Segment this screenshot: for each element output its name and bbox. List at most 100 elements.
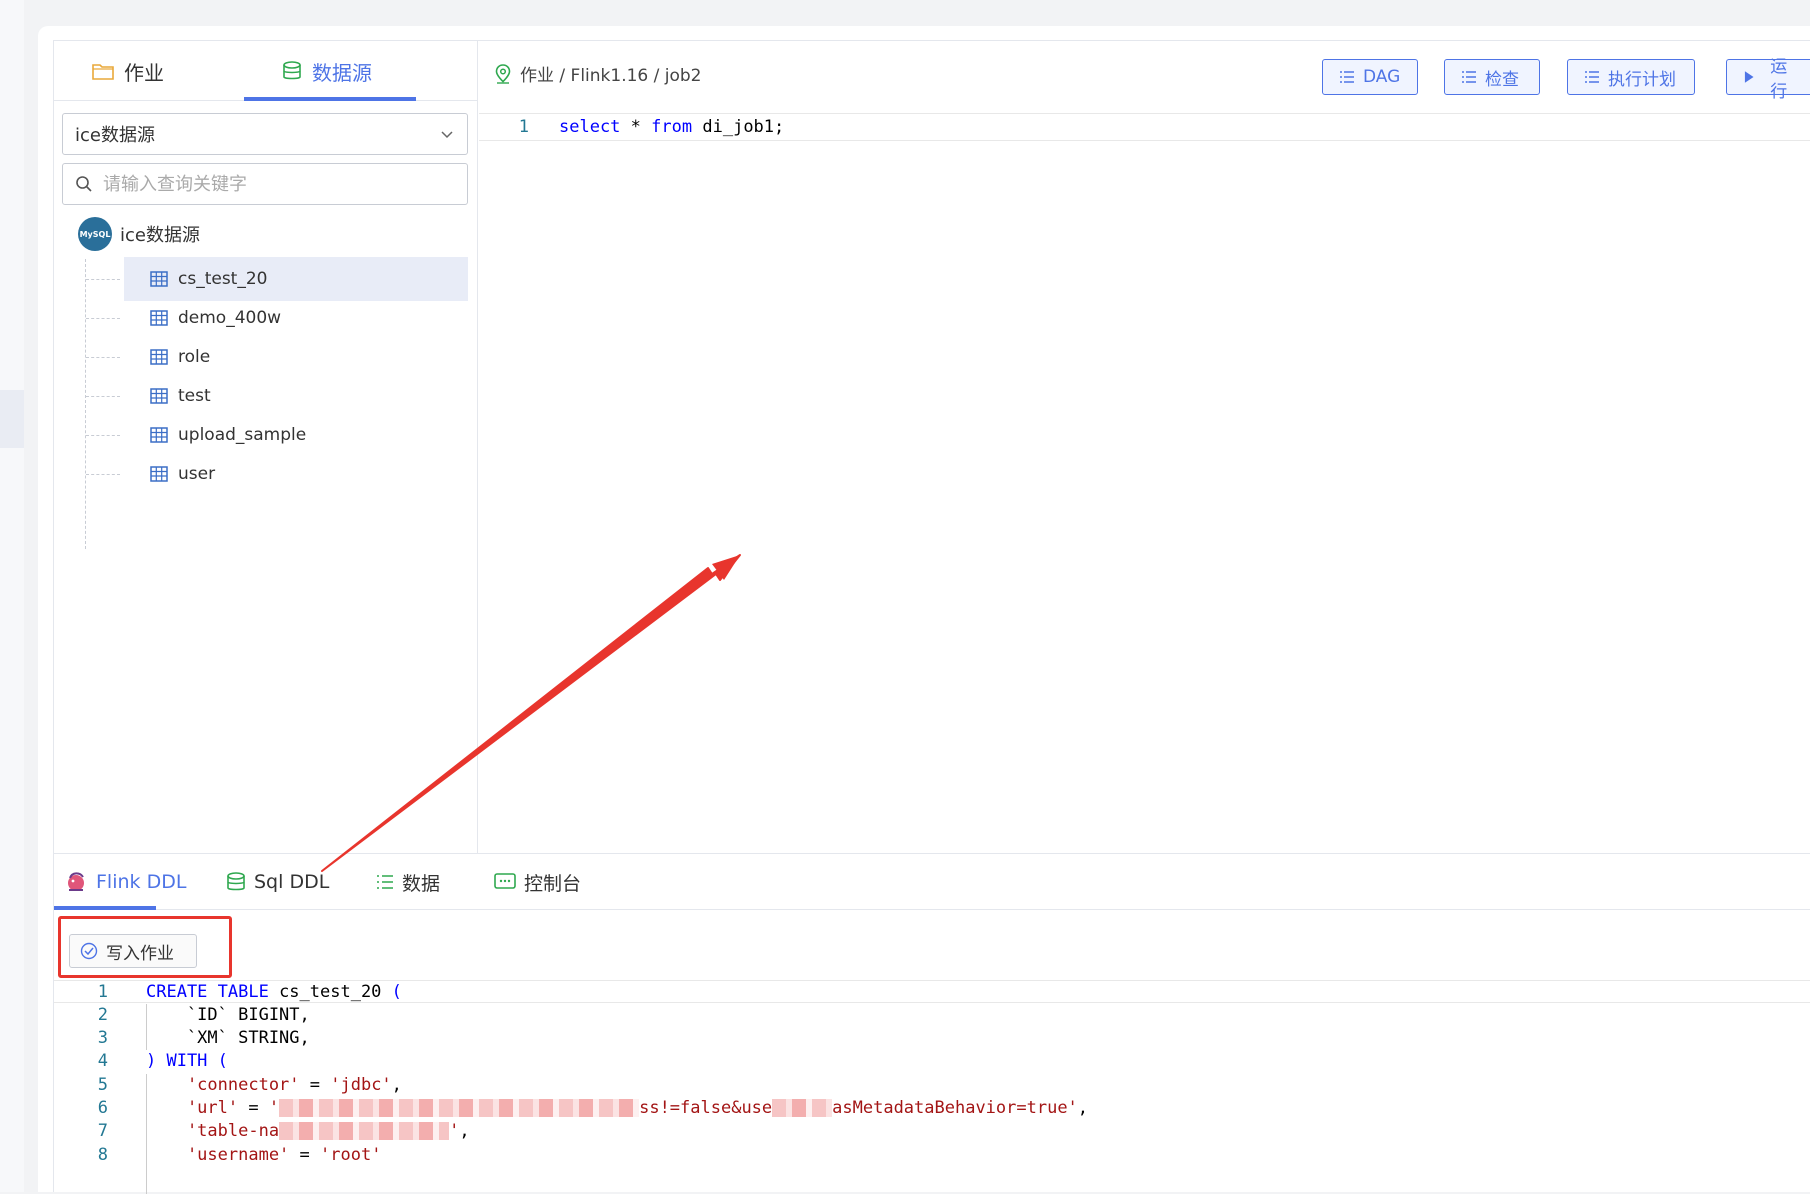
check-button-label: 检查: [1485, 69, 1519, 90]
table-icon: [150, 388, 168, 404]
code-token: ss!=false&use: [639, 1098, 773, 1118]
chevron-down-icon: [441, 131, 453, 139]
code-token: asMetadataBehavior=true': [832, 1098, 1078, 1118]
code-token-identifier: di_job1;: [702, 117, 785, 137]
search-box[interactable]: [62, 163, 468, 205]
tree-item-label: demo_400w: [178, 308, 282, 328]
list-icon: [377, 875, 393, 889]
ddl-line-number: 3: [97, 1028, 108, 1049]
bottom-tab-active-indicator: [54, 906, 156, 910]
ddl-line-number: 4: [97, 1051, 108, 1072]
code-token: 'url': [146, 1098, 239, 1118]
tree-item-label: cs_test_20: [178, 269, 268, 289]
code-token: =: [289, 1144, 321, 1165]
table-icon: [150, 271, 168, 287]
tab-flink-ddl-label: Flink DDL: [96, 871, 187, 893]
dag-button-label: DAG: [1363, 67, 1401, 87]
list-icon: [1340, 71, 1354, 83]
execution-plan-button[interactable]: 执行计划: [1567, 59, 1695, 95]
ddl-code-line: 6 'url' = ' ss!=false&use asMetadataBehavi…: [54, 1097, 1810, 1120]
ddl-line-number: 7: [97, 1121, 108, 1142]
line-number: 1: [518, 117, 529, 137]
tree-root-datasource[interactable]: MySQL ice数据源: [78, 217, 200, 251]
code-token: =: [238, 1098, 269, 1118]
code-token-operator: *: [630, 117, 641, 137]
redacted-blur: [772, 1099, 833, 1117]
check-button[interactable]: 检查: [1444, 59, 1540, 95]
code-token: CREATE TABLE: [146, 981, 269, 1002]
datasource-select[interactable]: ice数据源: [62, 113, 468, 155]
mysql-logo-icon: MySQL: [78, 217, 112, 251]
bottom-panel: Flink DDL Sql DDL 数据 控制台 写入作业 1 CREATE TA…: [54, 853, 1810, 1194]
code-token-keyword: from: [651, 117, 693, 137]
bottom-tabs: Flink DDL Sql DDL 数据 控制台: [54, 854, 1810, 910]
tree-branch-line: [86, 474, 120, 475]
tree-branch-line: [86, 279, 120, 280]
tree-item-table[interactable]: user: [86, 452, 468, 496]
search-input[interactable]: [103, 173, 443, 195]
ddl-code-text: ) WITH (: [108, 1051, 228, 1071]
datasource-select-value: ice数据源: [75, 125, 155, 146]
tab-active-indicator: [244, 97, 416, 101]
code-token: 'connector': [146, 1074, 300, 1095]
ddl-line-number: 6: [97, 1098, 108, 1118]
tree-connector-line: [85, 259, 86, 549]
sidebar: 作业 数据源 ice数据源 MySQL ice数据源 cs_test_20dem…: [54, 41, 478, 853]
code-token: 'jdbc': [330, 1074, 392, 1095]
tab-console[interactable]: 控制台: [494, 854, 581, 910]
tree-item-table[interactable]: demo_400w: [86, 296, 468, 340]
code-token: (: [391, 981, 402, 1002]
code-token: `XM` STRING,: [146, 1028, 310, 1049]
check-circle-icon: [80, 942, 98, 960]
code-token: 'root': [320, 1144, 382, 1165]
ddl-code-text: `ID` BIGINT,: [108, 1005, 310, 1025]
ddl-code-text: CREATE TABLE cs_test_20 (: [108, 982, 402, 1002]
ddl-code-line: 7 'table-na ',: [54, 1120, 1810, 1143]
left-app-sidebar-stub: [0, 0, 24, 1192]
code-token: =: [299, 1074, 331, 1095]
code-token: cs_test_20: [268, 981, 392, 1002]
ddl-line-number: 2: [97, 1004, 108, 1025]
tab-data[interactable]: 数据: [376, 854, 440, 910]
tab-jobs[interactable]: 作业: [92, 41, 164, 101]
sql-editor[interactable]: 1 select * from di_job1;: [479, 113, 1810, 853]
ddl-code-text: 'table-na ',: [108, 1121, 470, 1141]
code-token: ,: [1077, 1098, 1089, 1118]
table-icon: [150, 349, 168, 365]
table-icon: [150, 466, 168, 482]
flink-ddl-code-viewer[interactable]: 1 CREATE TABLE cs_test_20 (2 `ID` BIGINT,…: [54, 980, 1810, 1194]
tree-item-label: test: [178, 386, 211, 406]
tree-item-table[interactable]: test: [86, 374, 468, 418]
tab-datasource[interactable]: 数据源: [282, 41, 372, 101]
tree-branch-line: [86, 435, 120, 436]
code-token: 'table-na: [146, 1121, 280, 1142]
flink-squirrel-icon: [68, 872, 84, 891]
tree-item-table[interactable]: cs_test_20: [86, 257, 468, 301]
ddl-code-line: 5 'connector' = 'jdbc',: [54, 1073, 1810, 1096]
run-button-label: 运行: [1770, 57, 1788, 102]
left-app-sidebar-selected: [0, 390, 24, 448]
ddl-line-number: 1: [97, 981, 108, 1002]
code-token: ,: [459, 1121, 470, 1142]
write-to-job-button[interactable]: 写入作业: [69, 934, 197, 968]
console-icon: [494, 873, 516, 889]
dag-button[interactable]: DAG: [1322, 59, 1418, 95]
folder-icon: [92, 64, 114, 80]
tab-flink-ddl[interactable]: Flink DDL: [64, 854, 186, 910]
indent-guide: [146, 1004, 147, 1050]
run-button[interactable]: 运行: [1726, 57, 1810, 102]
tree-item-table[interactable]: upload_sample: [86, 413, 468, 457]
ddl-code-line: 1 CREATE TABLE cs_test_20 (: [54, 980, 1810, 1003]
ddl-code-text: 'connector' = 'jdbc',: [108, 1075, 402, 1095]
redacted-blur: [279, 1099, 640, 1117]
write-to-job-label: 写入作业: [106, 943, 174, 964]
breadcrumb-text: 作业 / Flink1.16 / job2: [520, 66, 702, 86]
redacted-blur: [279, 1122, 450, 1141]
tree-root-label: ice数据源: [120, 225, 200, 246]
database-icon: [227, 872, 245, 891]
tree-item-table[interactable]: role: [86, 335, 468, 379]
tab-sql-ddl-label: Sql DDL: [254, 871, 330, 893]
breadcrumb: 作业 / Flink1.16 / job2: [494, 61, 702, 86]
tab-sql-ddl[interactable]: Sql DDL: [226, 854, 329, 910]
code-token: ,: [391, 1074, 402, 1095]
